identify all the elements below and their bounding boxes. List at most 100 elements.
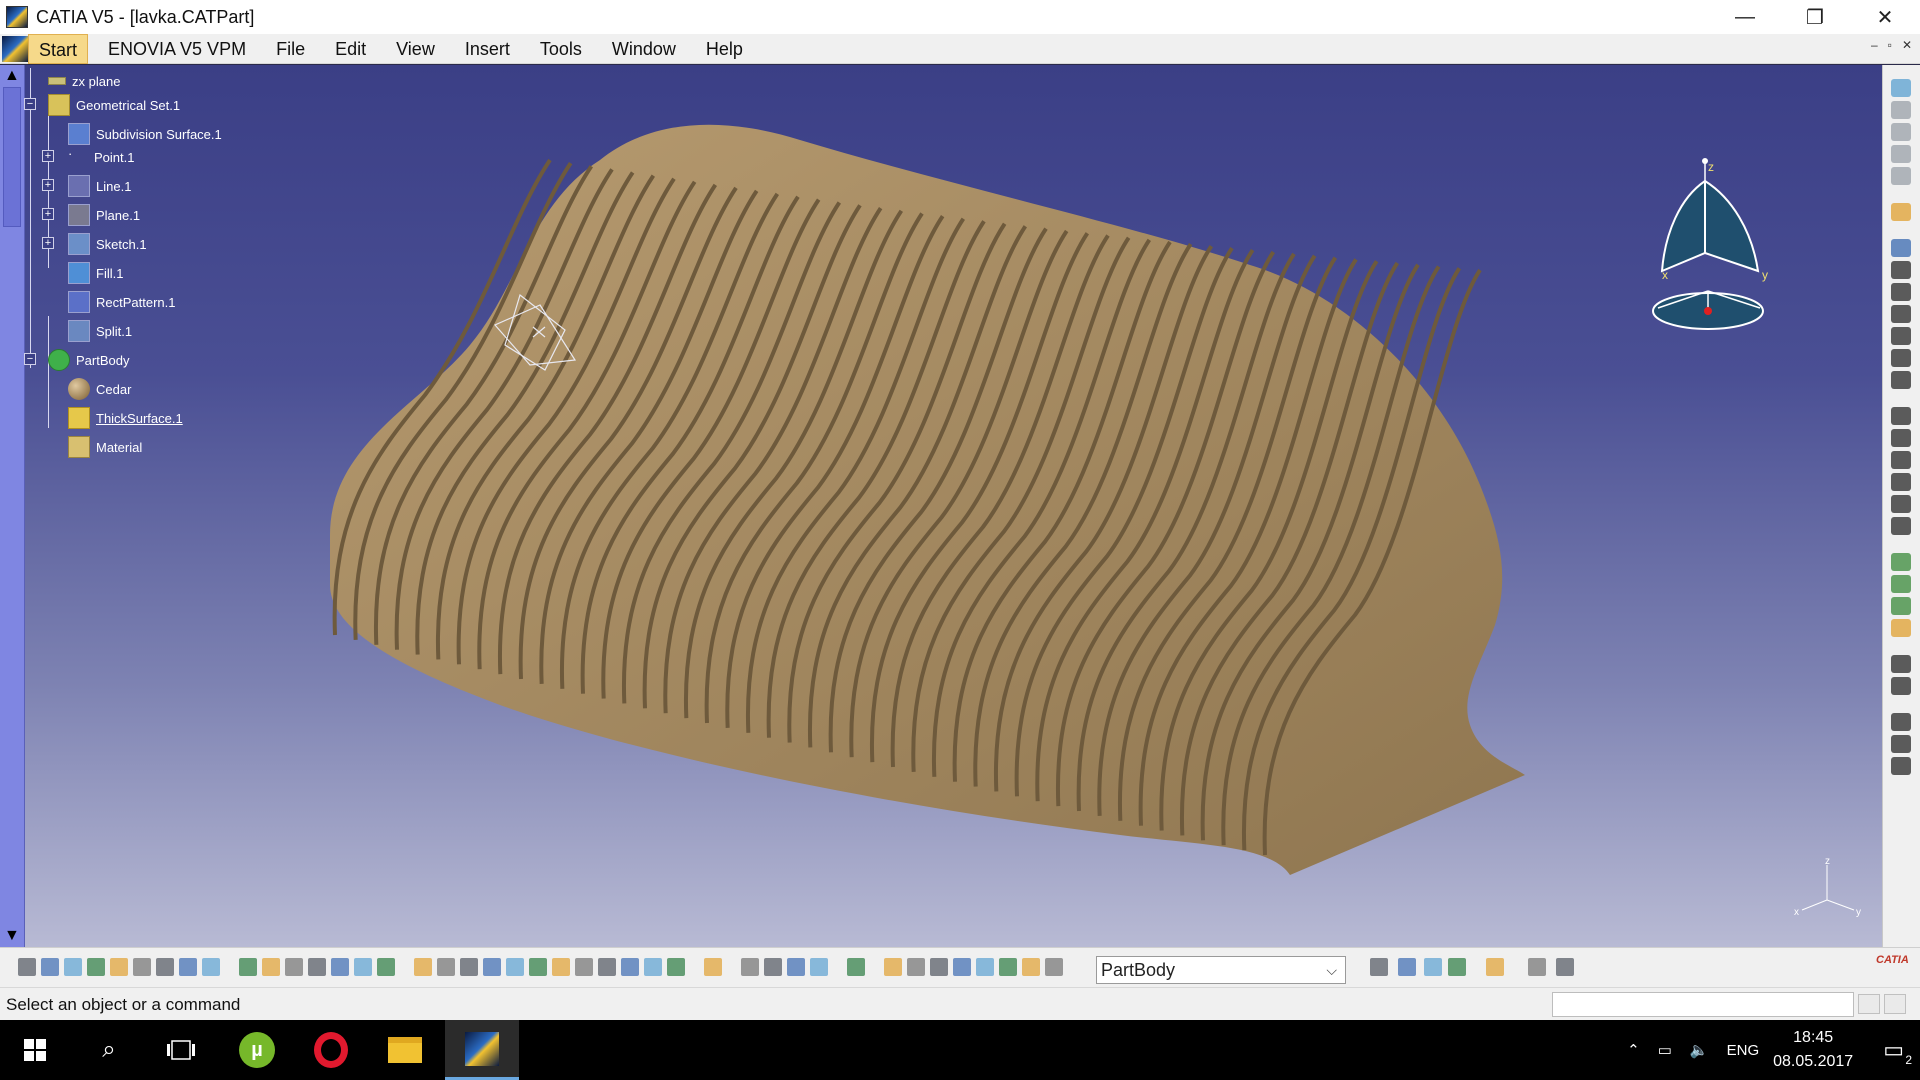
toolbar-tool-icon[interactable] — [202, 958, 220, 976]
tool-icon[interactable] — [1891, 349, 1911, 367]
tool-icon[interactable] — [1891, 655, 1911, 673]
tree-node-geometrical-set[interactable]: Geometrical Set.1 — [48, 92, 180, 118]
tool-icon[interactable] — [1891, 101, 1911, 119]
toolbar-tool-icon[interactable] — [354, 958, 372, 976]
tool-icon[interactable] — [1891, 575, 1911, 593]
3d-viewport[interactable]: z x y z x y — [0, 65, 1882, 947]
toolbar-tool-icon[interactable] — [847, 958, 865, 976]
tool-icon[interactable] — [1891, 619, 1911, 637]
tool-icon[interactable] — [1891, 123, 1911, 141]
toolbar-tool-icon[interactable] — [18, 958, 36, 976]
toolbar-tool-icon[interactable] — [1022, 958, 1040, 976]
tool-icon[interactable] — [1891, 283, 1911, 301]
toolbar-tool-icon[interactable] — [741, 958, 759, 976]
tree-node-point[interactable]: · Point.1 — [68, 144, 134, 170]
toolbar-tool-icon[interactable] — [506, 958, 524, 976]
minimize-button[interactable]: — — [1710, 0, 1780, 34]
windows-start-button[interactable] — [0, 1020, 70, 1080]
toolbar-tool-icon[interactable] — [575, 958, 593, 976]
tree-node-cedar[interactable]: Cedar — [68, 376, 131, 402]
expand-sketch-icon[interactable]: + — [42, 237, 54, 249]
action-center-icon[interactable]: ▭ 2 — [1883, 1037, 1912, 1067]
toolbar-tool-icon[interactable] — [377, 958, 395, 976]
toolbar-tool-icon[interactable] — [483, 958, 501, 976]
tool-icon[interactable] — [1891, 429, 1911, 447]
tool-icon[interactable] — [1891, 677, 1911, 695]
toolbar-tool-icon[interactable] — [976, 958, 994, 976]
toolbar-tool-icon[interactable] — [1448, 958, 1466, 976]
restore-button[interactable]: ❐ — [1780, 0, 1850, 34]
tool-icon[interactable] — [1891, 757, 1911, 775]
tree-node-partbody[interactable]: PartBody — [48, 347, 129, 373]
tool-icon[interactable] — [1891, 597, 1911, 615]
menu-window[interactable]: Window — [602, 34, 686, 64]
collapse-partbody-icon[interactable]: − — [24, 353, 36, 365]
tool-icon[interactable] — [1891, 735, 1911, 753]
toolbar-tool-icon[interactable] — [437, 958, 455, 976]
toolbar-tool-icon[interactable] — [110, 958, 128, 976]
status-button-2[interactable] — [1884, 994, 1906, 1014]
tool-icon[interactable] — [1891, 327, 1911, 345]
toolbar-tool-icon[interactable] — [1556, 958, 1574, 976]
toolbar-tool-icon[interactable] — [133, 958, 151, 976]
toolbar-tool-icon[interactable] — [907, 958, 925, 976]
status-button-1[interactable] — [1858, 994, 1880, 1014]
close-button[interactable]: ✕ — [1850, 0, 1920, 34]
catia-app-icon[interactable] — [6, 6, 28, 28]
toolbar-tool-icon[interactable] — [1045, 958, 1063, 976]
doc-close-button[interactable]: ✕ — [1902, 38, 1912, 52]
search-icon[interactable]: ⌕ — [74, 1020, 144, 1080]
expand-line-icon[interactable]: + — [42, 179, 54, 191]
collapse-geometrical-set-icon[interactable]: − — [24, 98, 36, 110]
tree-scrollbar[interactable]: ▲ ▼ — [0, 65, 25, 947]
scroll-down-arrow-icon[interactable]: ▼ — [4, 927, 20, 945]
menu-tools[interactable]: Tools — [530, 34, 592, 64]
toolbar-tool-icon[interactable] — [930, 958, 948, 976]
volume-icon[interactable]: 🔈 — [1690, 1041, 1709, 1059]
tool-icon[interactable] — [1891, 261, 1911, 279]
scroll-up-arrow-icon[interactable]: ▲ — [4, 67, 20, 85]
toolbar-tool-icon[interactable] — [1528, 958, 1546, 976]
toolbar-tool-icon[interactable] — [308, 958, 326, 976]
toolbar-tool-icon[interactable] — [667, 958, 685, 976]
toolbar-tool-icon[interactable] — [460, 958, 478, 976]
tree-node-zx-plane[interactable]: zx plane — [48, 68, 120, 94]
current-body-select[interactable]: PartBody ⌵ — [1096, 956, 1346, 984]
catia-taskbar-icon[interactable] — [445, 1020, 519, 1080]
toolbar-tool-icon[interactable] — [787, 958, 805, 976]
tree-node-sketch[interactable]: Sketch.1 — [68, 231, 147, 257]
tool-icon[interactable] — [1891, 473, 1911, 491]
tool-icon[interactable] — [1891, 451, 1911, 469]
tree-node-material[interactable]: Material — [68, 434, 142, 460]
tool-icon[interactable] — [1891, 145, 1911, 163]
tree-node-line[interactable]: Line.1 — [68, 173, 131, 199]
language-indicator[interactable]: ENG — [1727, 1042, 1760, 1059]
tree-node-thick-surface[interactable]: ThickSurface.1 — [68, 405, 183, 431]
bench-model[interactable] — [0, 65, 1882, 947]
toolbar-tool-icon[interactable] — [529, 958, 547, 976]
tool-icon[interactable] — [1891, 203, 1911, 221]
toolbar-tool-icon[interactable] — [1370, 958, 1388, 976]
toolbar-tool-icon[interactable] — [999, 958, 1017, 976]
toolbar-tool-icon[interactable] — [552, 958, 570, 976]
menu-insert[interactable]: Insert — [455, 34, 520, 64]
doc-restore-button[interactable]: ▫ — [1888, 38, 1892, 52]
menu-help[interactable]: Help — [696, 34, 753, 64]
command-input[interactable] — [1552, 992, 1854, 1017]
tree-node-rect-pattern[interactable]: RectPattern.1 — [68, 289, 176, 315]
utorrent-icon[interactable]: µ — [222, 1020, 292, 1080]
file-explorer-icon[interactable] — [370, 1020, 440, 1080]
task-view-icon[interactable] — [146, 1020, 216, 1080]
toolbar-tool-icon[interactable] — [764, 958, 782, 976]
doc-minimize-button[interactable]: – — [1871, 38, 1878, 52]
toolbar-tool-icon[interactable] — [156, 958, 174, 976]
toolbar-tool-icon[interactable] — [1486, 958, 1504, 976]
toolbar-tool-icon[interactable] — [87, 958, 105, 976]
toolbar-tool-icon[interactable] — [953, 958, 971, 976]
tool-icon[interactable] — [1891, 371, 1911, 389]
tool-icon[interactable] — [1891, 239, 1911, 257]
menu-view[interactable]: View — [386, 34, 445, 64]
tool-icon[interactable] — [1891, 407, 1911, 425]
toolbar-tool-icon[interactable] — [41, 958, 59, 976]
battery-icon[interactable]: ▭ — [1658, 1041, 1672, 1059]
